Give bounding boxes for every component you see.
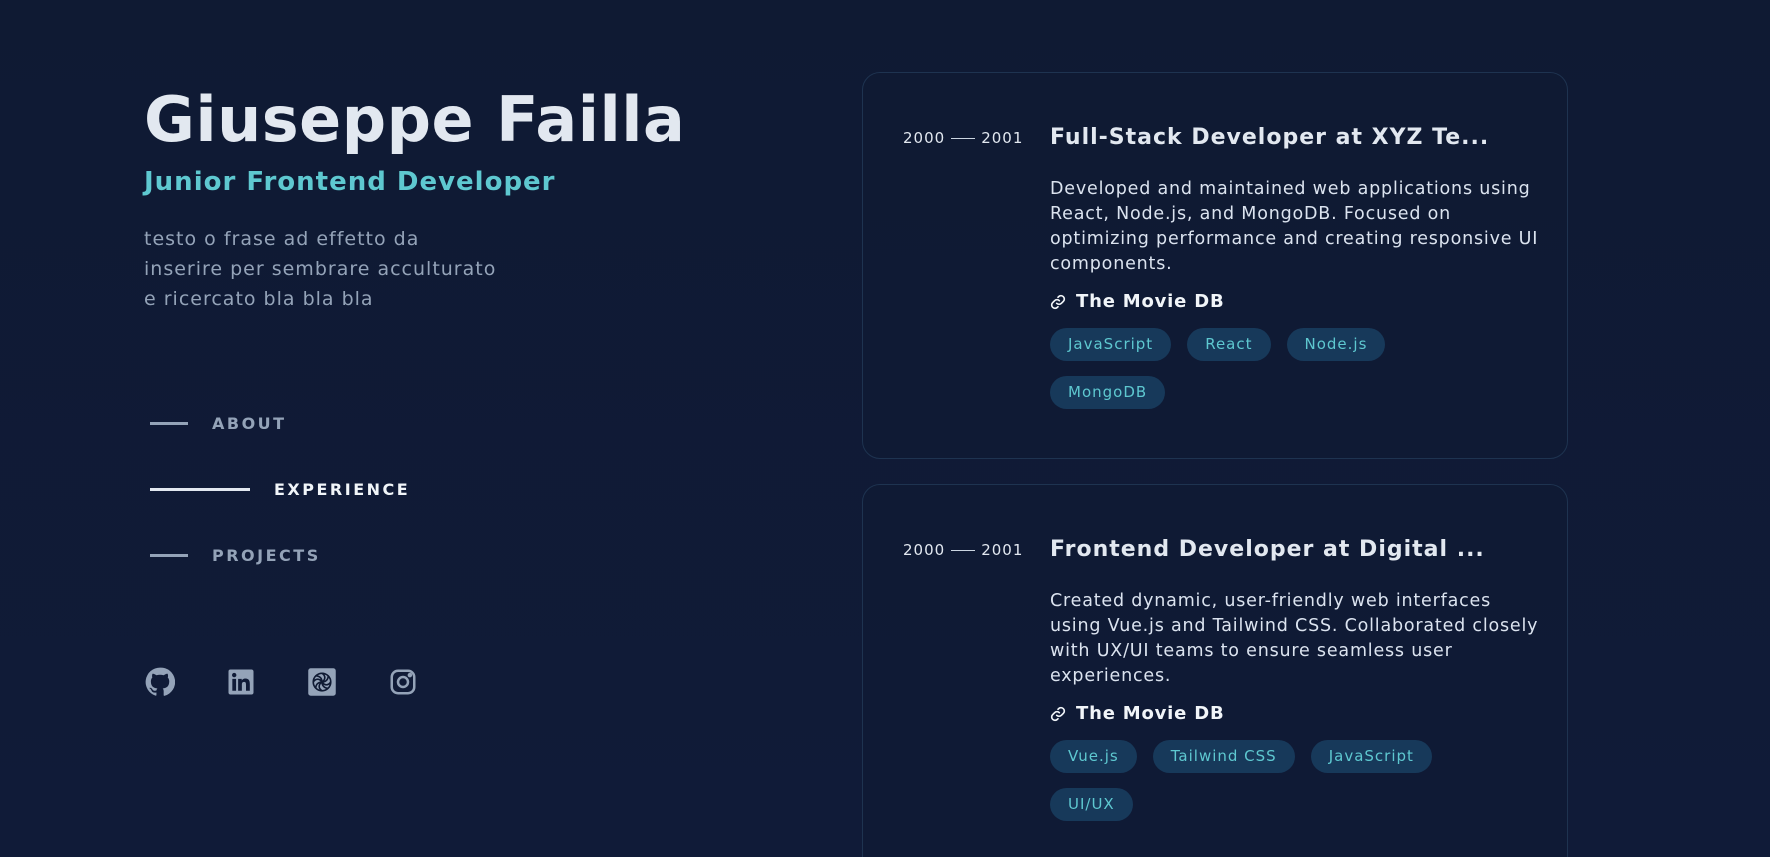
profile-name: Giuseppe Failla <box>144 83 686 156</box>
nav-label: ABOUT <box>212 413 287 433</box>
nav-item-experience[interactable]: EXPERIENCE <box>150 476 410 502</box>
end-year: 2001 <box>981 541 1024 559</box>
linkedin-icon[interactable] <box>225 666 257 698</box>
project-link-label: The Movie DB <box>1076 703 1225 724</box>
tech-tag: UI/UX <box>1050 788 1133 821</box>
end-year: 2001 <box>981 129 1024 147</box>
nav-item-about[interactable]: ABOUT <box>150 410 410 436</box>
link-icon <box>1050 294 1066 309</box>
job-description: Created dynamic, user-friendly web inter… <box>1050 591 1539 686</box>
project-link[interactable]: The Movie DB <box>1050 703 1540 724</box>
nav-indicator <box>150 487 250 491</box>
job-description: Developed and maintained web application… <box>1050 179 1539 274</box>
tech-tag: MongoDB <box>1050 376 1166 409</box>
nav-label: EXPERIENCE <box>274 479 411 499</box>
profile-header: Giuseppe Failla Junior Frontend Develope… <box>144 80 704 314</box>
experience-body: Frontend Developer at Digital ... Create… <box>1050 535 1540 836</box>
nav-indicator <box>150 421 188 425</box>
profile-tagline: testo o frase ad effetto da inserire per… <box>144 228 497 310</box>
job-title[interactable]: Frontend Developer at Digital ... <box>1050 535 1540 565</box>
experience-card[interactable]: 2000 2001 Full-Stack Developer at XYZ Te… <box>862 72 1568 459</box>
tech-tags: JavaScript React Node.js MongoDB <box>1050 328 1530 424</box>
tech-tag: JavaScript <box>1050 328 1172 361</box>
portfolio-page: Giuseppe Failla Junior Frontend Develope… <box>0 0 1770 857</box>
profile-role: Junior Frontend Developer <box>144 167 556 197</box>
tech-tag: Node.js <box>1286 328 1386 361</box>
job-title[interactable]: Full-Stack Developer at XYZ Te... <box>1050 123 1540 153</box>
start-year: 2000 <box>903 129 946 147</box>
social-links <box>144 666 468 698</box>
tech-tag: Vue.js <box>1050 740 1137 773</box>
tech-tag: Tailwind CSS <box>1152 740 1295 773</box>
tech-tag: JavaScript <box>1310 740 1432 773</box>
github-icon[interactable] <box>144 666 176 698</box>
codepen-spiral-icon[interactable] <box>306 666 338 698</box>
nav-label: PROJECTS <box>212 545 321 565</box>
tech-tags: Vue.js Tailwind CSS JavaScript UI/UX <box>1050 740 1530 836</box>
experience-body: Full-Stack Developer at XYZ Te... Develo… <box>1050 123 1540 424</box>
experience-card[interactable]: 2000 2001 Frontend Developer at Digital … <box>862 484 1568 857</box>
project-link[interactable]: The Movie DB <box>1050 291 1540 312</box>
section-nav: ABOUT EXPERIENCE PROJECTS <box>150 410 410 608</box>
date-dash <box>951 137 976 139</box>
project-link-label: The Movie DB <box>1076 291 1225 312</box>
experience-dates: 2000 2001 <box>903 541 1023 559</box>
nav-indicator <box>150 553 188 557</box>
experience-dates: 2000 2001 <box>903 129 1023 147</box>
link-icon <box>1050 706 1066 721</box>
nav-item-projects[interactable]: PROJECTS <box>150 542 410 568</box>
date-dash <box>951 549 976 551</box>
tech-tag: React <box>1187 328 1271 361</box>
instagram-icon[interactable] <box>387 666 419 698</box>
start-year: 2000 <box>903 541 946 559</box>
